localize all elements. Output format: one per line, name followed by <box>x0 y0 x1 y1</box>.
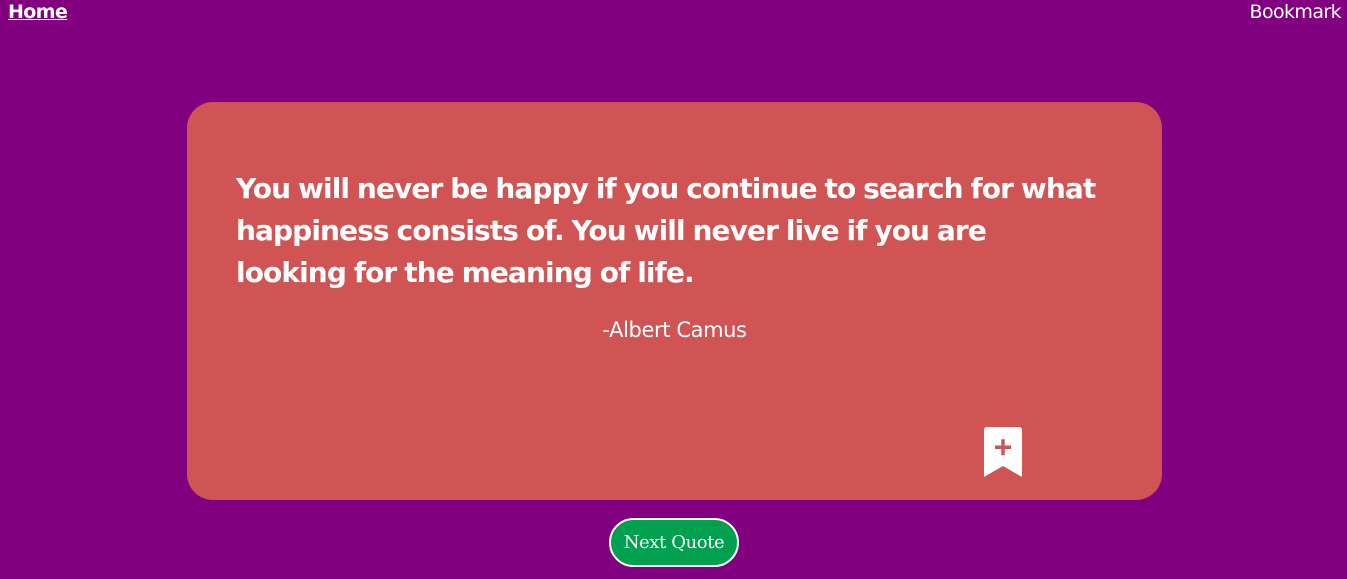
bookmark-link[interactable]: Bookmark <box>1250 1 1342 23</box>
next-quote-button[interactable]: Next Quote <box>609 518 739 567</box>
add-bookmark-button[interactable] <box>984 427 1022 477</box>
quote-text: You will never be happy if you continue … <box>236 172 1096 289</box>
home-link[interactable]: Home <box>8 1 68 23</box>
quote-author: -Albert Camus <box>602 318 747 342</box>
bookmark-plus-icon <box>984 427 1022 477</box>
quote-card: You will never be happy if you continue … <box>187 102 1162 500</box>
